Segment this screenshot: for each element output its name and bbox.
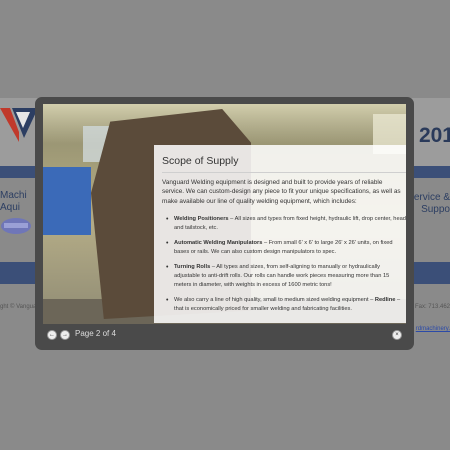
prev-arrow-icon[interactable]: ← — [47, 330, 57, 340]
vanguard-logo — [0, 108, 38, 142]
lightbox-modal: Scope of Supply Vanguard Welding equipme… — [35, 97, 414, 350]
panel-divider — [162, 172, 406, 173]
slide-photo: Scope of Supply Vanguard Welding equipme… — [43, 104, 406, 324]
list-item: Turning Rolls – All types and sizes, fro… — [166, 263, 406, 291]
email-link[interactable]: rdmachinery. — [416, 326, 450, 332]
page-indicator: Page 2 of 4 — [75, 329, 116, 338]
panel-title: Scope of Supply — [162, 155, 239, 167]
fax-text: Fax: 713.462 — [414, 304, 450, 310]
lightbox-footer: ← → Page 2 of 4 × — [43, 327, 406, 345]
panel-intro: Vanguard Welding equipment is designed a… — [162, 179, 401, 205]
scope-of-supply-panel: Scope of Supply Vanguard Welding equipme… — [154, 145, 406, 323]
list-item: Automatic Welding Manipulators – From sm… — [166, 239, 406, 258]
copyright-text: ght © Vanguar — [0, 304, 39, 310]
next-arrow-icon[interactable]: → — [60, 330, 70, 340]
supply-list: Welding Positioners – All sizes and type… — [162, 215, 406, 320]
handshake-icon — [1, 218, 31, 234]
list-item: We also carry a line of high quality, sm… — [166, 296, 406, 315]
nav-item-machinery[interactable]: Machi Aqui — [0, 190, 27, 214]
photo-blue-machine — [43, 167, 91, 235]
list-item: Welding Positioners – All sizes and type… — [166, 215, 406, 234]
header-year: 201 — [418, 124, 450, 147]
close-icon[interactable]: × — [392, 330, 402, 340]
